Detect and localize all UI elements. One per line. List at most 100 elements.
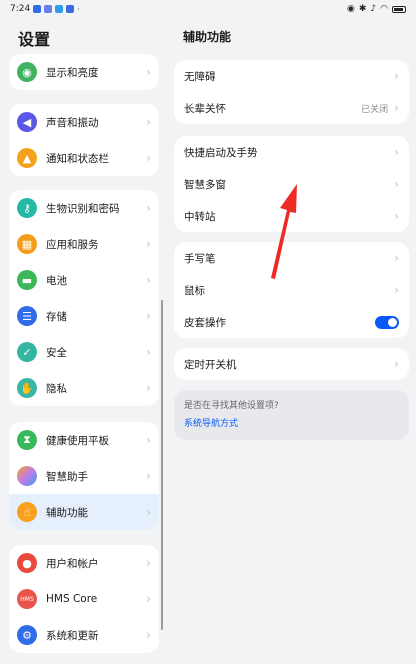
settings-group: 手写笔 › 鼠标 › 皮套操作 [174, 242, 409, 338]
item-smart-multi-window[interactable]: 智慧多窗 › [174, 168, 409, 200]
hourglass-icon: ⧗ [17, 430, 37, 450]
sidebar-item-battery[interactable]: ▬ 电池 › [9, 262, 159, 298]
sidebar-item-biometrics[interactable]: ⚷ 生物识别和密码 › [9, 190, 159, 226]
chevron-right-icon: › [146, 115, 151, 129]
chevron-right-icon: › [394, 283, 399, 297]
settings-group: ◉ 显示和亮度 › [9, 54, 159, 90]
sidebar-item-system[interactable]: ⚙ 系统和更新 › [9, 617, 159, 653]
chevron-right-icon: › [146, 273, 151, 287]
chevron-right-icon: › [146, 381, 151, 395]
settings-sidebar: 设置 ◉ 显示和亮度 › ◀ 声音和振动 › ▲ 通知和状态栏 › ⚷ 生物识别… [0, 18, 168, 664]
sidebar-item-label: 应用和服务 [46, 238, 99, 251]
item-status: 已关闭 [361, 104, 389, 115]
sidebar-item-label: 系统和更新 [46, 629, 99, 642]
chevron-right-icon: › [146, 65, 151, 79]
apps-icon: ▦ [17, 234, 37, 254]
chevron-right-icon: › [146, 556, 151, 570]
chevron-right-icon: › [146, 433, 151, 447]
chevron-right-icon: › [146, 345, 151, 359]
sidebar-item-digital-balance[interactable]: ⧗ 健康使用平板 › [9, 422, 159, 458]
sidebar-item-label: 存储 [46, 310, 67, 323]
battery-icon [392, 5, 406, 13]
suggestion-box: 是否在寻找其他设置项? 系统导航方式 [174, 390, 409, 440]
item-shortcuts-gestures[interactable]: 快捷启动及手势 › [174, 136, 409, 168]
notification-dot-icon: · [77, 4, 80, 14]
wifi-icon: ◠ [380, 4, 388, 14]
battery-icon: ▬ [17, 270, 37, 290]
item-label: 鼠标 [184, 284, 205, 297]
hms-icon: HMS [17, 589, 37, 609]
chevron-right-icon: › [146, 309, 151, 323]
sidebar-item-accessibility[interactable]: ☝ 辅助功能 › [9, 494, 159, 530]
item-stylus[interactable]: 手写笔 › [174, 242, 409, 274]
gear-icon: ⚙ [17, 625, 37, 645]
settings-group: ● 用户和帐户 › HMS HMS Core › ⚙ 系统和更新 › [9, 545, 159, 653]
sidebar-item-display[interactable]: ◉ 显示和亮度 › [9, 54, 159, 90]
chevron-right-icon: › [394, 145, 399, 159]
item-mouse[interactable]: 鼠标 › [174, 274, 409, 306]
sidebar-item-label: 生物识别和密码 [46, 202, 120, 215]
chevron-right-icon: › [146, 237, 151, 251]
sidebar-item-security[interactable]: ✓ 安全 › [9, 334, 159, 370]
sidebar-item-label: 用户和帐户 [46, 557, 99, 570]
sidebar-item-users[interactable]: ● 用户和帐户 › [9, 545, 159, 581]
sidebar-item-label: 辅助功能 [46, 506, 88, 519]
assistant-icon [17, 466, 37, 486]
storage-icon: ☰ [17, 306, 37, 326]
panel-title: 辅助功能 [183, 30, 232, 44]
sidebar-item-label: 声音和振动 [46, 116, 99, 129]
sidebar-item-sound[interactable]: ◀ 声音和振动 › [9, 104, 159, 140]
item-transfer-station[interactable]: 中转站 › [174, 200, 409, 232]
sidebar-item-label: 电池 [46, 274, 67, 287]
chevron-right-icon: › [394, 251, 399, 265]
notification-app-icon [66, 5, 75, 13]
item-label: 智慧多窗 [184, 178, 226, 191]
sidebar-item-assistant[interactable]: 智慧助手 › [9, 458, 159, 494]
chevron-right-icon: › [146, 151, 151, 165]
chevron-right-icon: › [146, 592, 151, 606]
item-cover-operation: 皮套操作 [174, 306, 409, 338]
chevron-right-icon: › [394, 101, 399, 115]
mute-icon: ♪ [370, 4, 377, 14]
chevron-right-icon: › [394, 357, 399, 371]
item-barrier-free[interactable]: 无障碍 › [174, 60, 409, 92]
sidebar-item-label: 隐私 [46, 382, 67, 395]
sidebar-item-notifications[interactable]: ▲ 通知和状态栏 › [9, 140, 159, 176]
sidebar-item-privacy[interactable]: ✋ 隐私 › [9, 370, 159, 406]
sidebar-title: 设置 [18, 30, 51, 49]
item-label: 定时开关机 [184, 358, 237, 371]
item-scheduled-power[interactable]: 定时开关机 › [174, 348, 409, 380]
status-bar: 7:24 · ◉ ✱ ♪ ◠ [0, 0, 416, 18]
item-label: 无障碍 [184, 70, 216, 83]
chevron-right-icon: › [394, 69, 399, 83]
eye-icon: ◉ [17, 62, 37, 82]
item-label: 中转站 [184, 210, 216, 223]
settings-group: 快捷启动及手势 › 智慧多窗 › 中转站 › [174, 136, 409, 232]
sidebar-scrollbar[interactable] [161, 300, 163, 630]
sidebar-item-label: 智慧助手 [46, 470, 88, 483]
sidebar-item-label: HMS Core [46, 593, 98, 605]
bluetooth-icon: ✱ [358, 4, 367, 14]
notification-app-icon [44, 5, 53, 13]
sidebar-item-label: 安全 [46, 346, 67, 359]
sidebar-item-apps[interactable]: ▦ 应用和服务 › [9, 226, 159, 262]
settings-group: ⚷ 生物识别和密码 › ▦ 应用和服务 › ▬ 电池 › ☰ 存储 › ✓ 安全… [9, 190, 159, 406]
chevron-right-icon: › [394, 209, 399, 223]
chevron-right-icon: › [146, 628, 151, 642]
sidebar-item-storage[interactable]: ☰ 存储 › [9, 298, 159, 334]
notification-app-icon [55, 5, 64, 13]
system-navigation-link[interactable]: 系统导航方式 [184, 416, 399, 429]
chevron-right-icon: › [146, 505, 151, 519]
chevron-right-icon: › [146, 201, 151, 215]
cover-operation-toggle[interactable] [375, 315, 399, 329]
user-icon: ● [17, 553, 37, 573]
sidebar-item-hms-core[interactable]: HMS HMS Core › [9, 581, 159, 617]
item-label: 皮套操作 [184, 316, 226, 329]
item-elder-care[interactable]: 长辈关怀 已关闭 › [174, 92, 409, 124]
settings-group: ⧗ 健康使用平板 › 智慧助手 › ☝ 辅助功能 › [9, 422, 159, 530]
accessibility-hand-icon: ☝ [17, 502, 37, 522]
settings-group: 无障碍 › 长辈关怀 已关闭 › [174, 60, 409, 124]
sidebar-item-label: 通知和状态栏 [46, 152, 109, 165]
eye-comfort-icon: ◉ [346, 4, 355, 14]
key-icon: ⚷ [17, 198, 37, 218]
